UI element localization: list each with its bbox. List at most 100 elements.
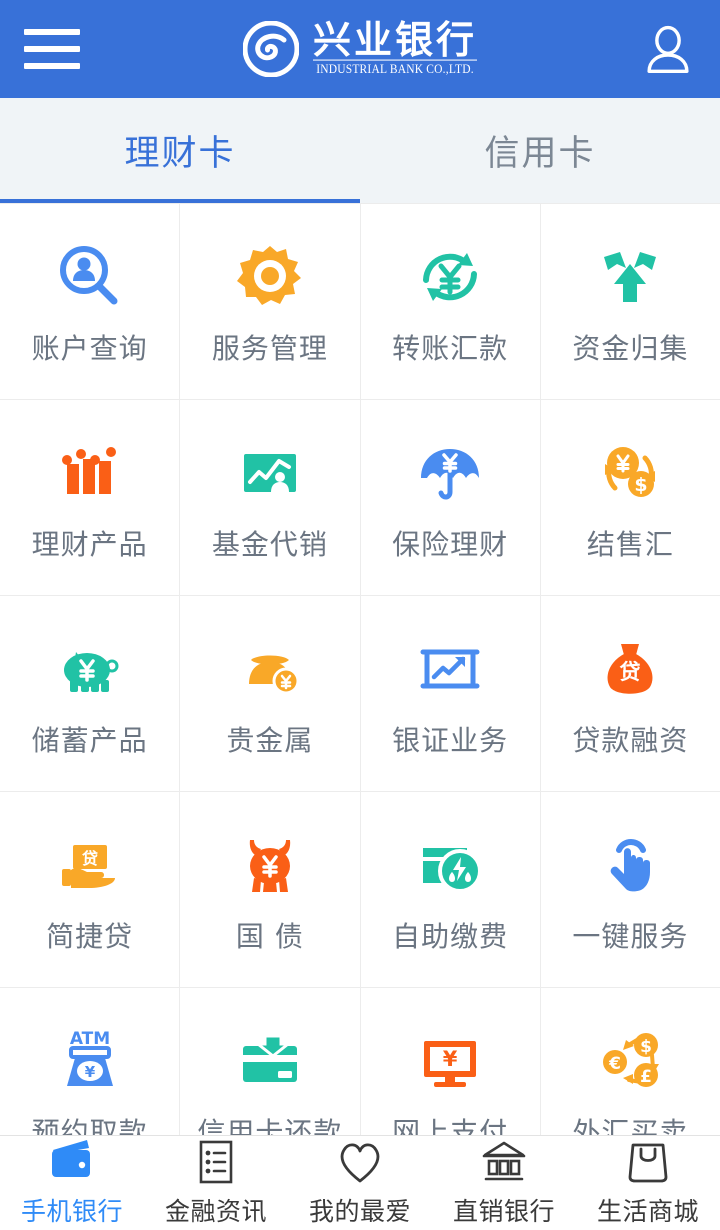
grid-item-fund-collection[interactable]: 资金归集 <box>540 204 720 399</box>
grid-item-label: 服务管理 <box>211 331 328 365</box>
brand-logo: 兴业银行 INDUSTRIAL BANK CO.,LTD. <box>104 0 616 98</box>
grid-item-label: 信用卡还款 <box>197 1115 343 1135</box>
online-payment-monitor-icon: ¥ <box>413 1024 487 1098</box>
grid-item-label: 国 债 <box>235 919 304 953</box>
grid-item-label: 基金代销 <box>211 527 328 561</box>
utility-payment-icon <box>413 828 487 902</box>
tap-hand-icon <box>593 828 667 902</box>
grid-item-label: 贵金属 <box>226 723 314 757</box>
nav-item-label: 金融资讯 <box>164 1196 267 1226</box>
app-header: 兴业银行 INDUSTRIAL BANK CO.,LTD. <box>0 0 720 98</box>
brand-name-en: INDUSTRIAL BANK CO.,LTD. <box>312 59 477 79</box>
nav-item-label: 手机银行 <box>20 1196 123 1226</box>
svg-text:贷: 贷 <box>82 849 98 868</box>
grid-item-transfer-remittance[interactable]: 转账汇款 <box>360 204 540 399</box>
grid-item-label: 银证业务 <box>392 723 509 757</box>
grid-item-online-payment[interactable]: ¥ 网上支付 <box>360 988 540 1135</box>
brand-text: 兴业银行 INDUSTRIAL BANK CO.,LTD. <box>312 18 477 79</box>
grid-item-fund-distribution[interactable]: 基金代销 <box>180 400 360 595</box>
grid-item-precious-metals[interactable]: 贵金属 <box>180 596 360 791</box>
atm-withdrawal-icon: ATM ¥ <box>53 1024 127 1098</box>
grid-item-label: 自助缴费 <box>392 919 509 953</box>
brand-name-cn: 兴业银行 <box>312 18 477 62</box>
hamburger-bar <box>24 63 80 69</box>
bar-chart-icon <box>53 436 127 510</box>
services-grid: 账户查询 服务管理 转账汇款 资金归集 理财产品 基金代销 保险理财 $ 结售汇… <box>0 203 720 1135</box>
grid-item-label: 网上支付 <box>392 1115 509 1135</box>
grid-item-service-management[interactable]: 服务管理 <box>180 204 360 399</box>
grid-item-label: 简捷贷 <box>46 919 134 953</box>
gear-settings-icon <box>233 240 307 314</box>
svg-text:$: $ <box>635 474 648 496</box>
grid-item-insurance[interactable]: 保险理财 <box>360 400 540 595</box>
grid-item-one-key-service[interactable]: 一键服务 <box>540 792 720 987</box>
grid-item-label: 账户查询 <box>31 331 148 365</box>
forex-coins-icon: $ € £ <box>593 1024 667 1098</box>
nav-item-label: 我的最爱 <box>308 1196 411 1226</box>
svg-text:$: $ <box>640 1037 652 1057</box>
account-search-icon <box>53 240 127 314</box>
grid-item-atm-reservation[interactable]: ATM ¥ 预约取款 <box>0 988 180 1135</box>
user-profile-icon[interactable] <box>616 0 720 98</box>
grid-item-loan-financing[interactable]: 贷 贷款融资 <box>540 596 720 791</box>
grid-item-label: 预约取款 <box>31 1115 148 1135</box>
nav-item-direct-bank[interactable]: 直销银行 <box>432 1136 576 1230</box>
grid-item-label: 资金归集 <box>572 331 689 365</box>
svg-text:¥: ¥ <box>84 1063 95 1081</box>
grid-item-self-service-payment[interactable]: 自助缴费 <box>360 792 540 987</box>
piggy-bank-icon <box>53 632 127 706</box>
nav-item-label: 生活商城 <box>596 1196 699 1226</box>
bull-bond-icon <box>233 828 307 902</box>
nav-item-label: 直销银行 <box>452 1196 555 1226</box>
securities-chart-icon <box>413 632 487 706</box>
umbrella-yuan-icon <box>413 436 487 510</box>
card-type-tabs: 理财卡 信用卡 <box>0 98 720 203</box>
fund-distribution-icon <box>233 436 307 510</box>
grid-item-wealth-products[interactable]: 理财产品 <box>0 400 180 595</box>
grid-item-label: 贷款融资 <box>572 723 689 757</box>
hamburger-bar <box>24 46 80 52</box>
svg-text:¥: ¥ <box>443 1047 458 1071</box>
nav-item-financial-news[interactable]: 金融资讯 <box>144 1136 288 1230</box>
bank-building-icon <box>479 1139 529 1185</box>
shopping-bag-icon <box>623 1139 673 1185</box>
nav-item-mobile-bank[interactable]: 手机银行 <box>0 1136 144 1230</box>
grid-item-label: 结售汇 <box>586 527 674 561</box>
gold-ingot-icon <box>233 632 307 706</box>
money-bag-loan-icon: 贷 <box>593 632 667 706</box>
grid-item-label: 理财产品 <box>31 527 148 561</box>
services-grid-container: 账户查询 服务管理 转账汇款 资金归集 理财产品 基金代销 保险理财 $ 结售汇… <box>0 203 720 1135</box>
nav-item-life-mall[interactable]: 生活商城 <box>576 1136 720 1230</box>
hamburger-bar <box>24 29 80 35</box>
grid-item-label: 一键服务 <box>572 919 689 953</box>
grid-item-label: 转账汇款 <box>392 331 509 365</box>
grid-item-government-bonds[interactable]: 国 债 <box>180 792 360 987</box>
grid-item-forex-settlement[interactable]: $ 结售汇 <box>540 400 720 595</box>
grid-item-savings-products[interactable]: 储蓄产品 <box>0 596 180 791</box>
grid-item-credit-card-repayment[interactable]: 信用卡还款 <box>180 988 360 1135</box>
grid-item-quick-loan[interactable]: 贷 简捷贷 <box>0 792 180 987</box>
grid-item-label: 保险理财 <box>392 527 509 561</box>
app-screen: 兴业银行 INDUSTRIAL BANK CO.,LTD. 理财卡 信用卡 账户… <box>0 0 720 1230</box>
tab-credit-card[interactable]: 信用卡 <box>360 98 720 203</box>
bottom-navigation: 手机银行 金融资讯 我的最爱 直销银行 生活商城 <box>0 1135 720 1230</box>
grid-item-label: 外汇买卖 <box>572 1115 689 1135</box>
hamburger-menu-icon[interactable] <box>0 0 104 98</box>
grid-item-forex-trading[interactable]: $ € £ 外汇买卖 <box>540 988 720 1135</box>
fund-collect-arrow-icon <box>593 240 667 314</box>
svg-text:£: £ <box>640 1067 652 1087</box>
currency-exchange-coins-icon: $ <box>593 436 667 510</box>
svg-text:€: € <box>608 1054 621 1074</box>
credit-card-repay-icon <box>233 1024 307 1098</box>
transfer-yuan-icon <box>413 240 487 314</box>
hand-loan-card-icon: 贷 <box>53 828 127 902</box>
nav-item-my-favorites[interactable]: 我的最爱 <box>288 1136 432 1230</box>
heart-icon <box>335 1139 385 1185</box>
grid-item-label: 储蓄产品 <box>31 723 148 757</box>
wallet-icon <box>47 1139 97 1185</box>
svg-text:贷: 贷 <box>620 660 641 684</box>
tab-licai-card[interactable]: 理财卡 <box>0 98 360 203</box>
grid-item-bank-securities[interactable]: 银证业务 <box>360 596 540 791</box>
news-list-icon <box>191 1139 241 1185</box>
grid-item-account-query[interactable]: 账户查询 <box>0 204 180 399</box>
